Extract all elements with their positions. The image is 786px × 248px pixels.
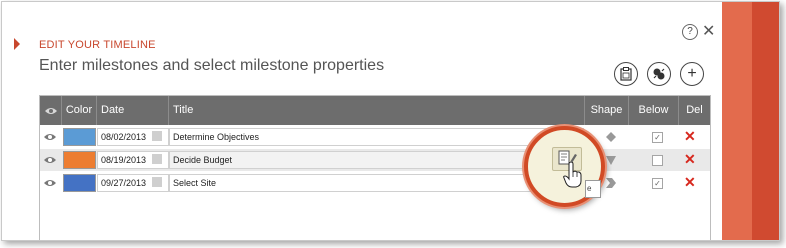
diamond-shape-icon[interactable] [606, 132, 616, 142]
title-field[interactable]: Decide Budget [169, 151, 584, 169]
below-checkbox[interactable]: ✓ [652, 132, 663, 143]
import-export-icon [653, 68, 665, 80]
hand-cursor-icon [563, 162, 582, 188]
delete-icon[interactable]: ✕ [684, 174, 696, 191]
accent-stripe-dark [752, 2, 779, 240]
dialog-heading: EDIT YOUR TIMELINE [39, 39, 156, 51]
eye-icon[interactable] [43, 154, 57, 166]
eye-icon [45, 108, 57, 114]
color-swatch[interactable] [63, 151, 96, 169]
header-visibility[interactable] [40, 96, 62, 125]
color-swatch[interactable] [63, 174, 96, 192]
chevron-shape-icon[interactable] [606, 178, 616, 188]
header-color[interactable]: Color [62, 96, 97, 125]
accent-stripe-light [722, 2, 752, 240]
table-row: 08/19/2013 Decide Budget ✕ [40, 149, 710, 171]
below-checkbox[interactable] [652, 155, 663, 166]
add-milestone-button[interactable]: + [680, 62, 704, 86]
milestone-table: Color Date Title Shape Below Del 08/02/2… [39, 95, 711, 240]
eye-icon[interactable] [43, 131, 57, 143]
header-del[interactable]: Del [679, 96, 710, 125]
table-header: Color Date Title Shape Below Del [40, 96, 710, 125]
header-below[interactable]: Below [629, 96, 679, 125]
title-field[interactable]: Select Site [169, 174, 584, 192]
delete-icon[interactable]: ✕ [684, 151, 696, 168]
calendar-clipboard-button[interactable] [614, 62, 638, 86]
title-field[interactable]: Determine Objectives [169, 128, 584, 146]
dialog-subheading: Enter milestones and select milestone pr… [39, 57, 385, 74]
table-row: 08/02/2013 Determine Objectives ✓ ✕ [40, 126, 710, 148]
import-export-button[interactable] [647, 62, 671, 86]
dialog-accent-marker [14, 38, 20, 50]
calendar-icon[interactable] [152, 154, 162, 164]
header-date[interactable]: Date [97, 96, 169, 125]
delete-icon[interactable]: ✕ [684, 128, 696, 145]
calendar-icon[interactable] [152, 131, 162, 141]
table-row: 09/27/2013 Select Site ✓ ✕ [40, 172, 710, 194]
header-title[interactable]: Title [169, 96, 585, 125]
below-checkbox[interactable]: ✓ [652, 178, 663, 189]
timeline-dialog: EDIT YOUR TIMELINE Enter milestones and … [1, 1, 780, 241]
calendar-icon[interactable] [152, 177, 162, 187]
tooltip-fragment: e [585, 180, 601, 198]
color-swatch[interactable] [63, 128, 96, 146]
eye-icon[interactable] [43, 177, 57, 189]
add-icon: + [687, 65, 697, 82]
help-button[interactable]: ? [682, 24, 698, 40]
triangle-shape-icon[interactable] [606, 155, 616, 165]
header-shape[interactable]: Shape [585, 96, 629, 125]
clipboard-calendar-icon [620, 67, 632, 81]
close-button[interactable]: ✕ [702, 21, 715, 41]
